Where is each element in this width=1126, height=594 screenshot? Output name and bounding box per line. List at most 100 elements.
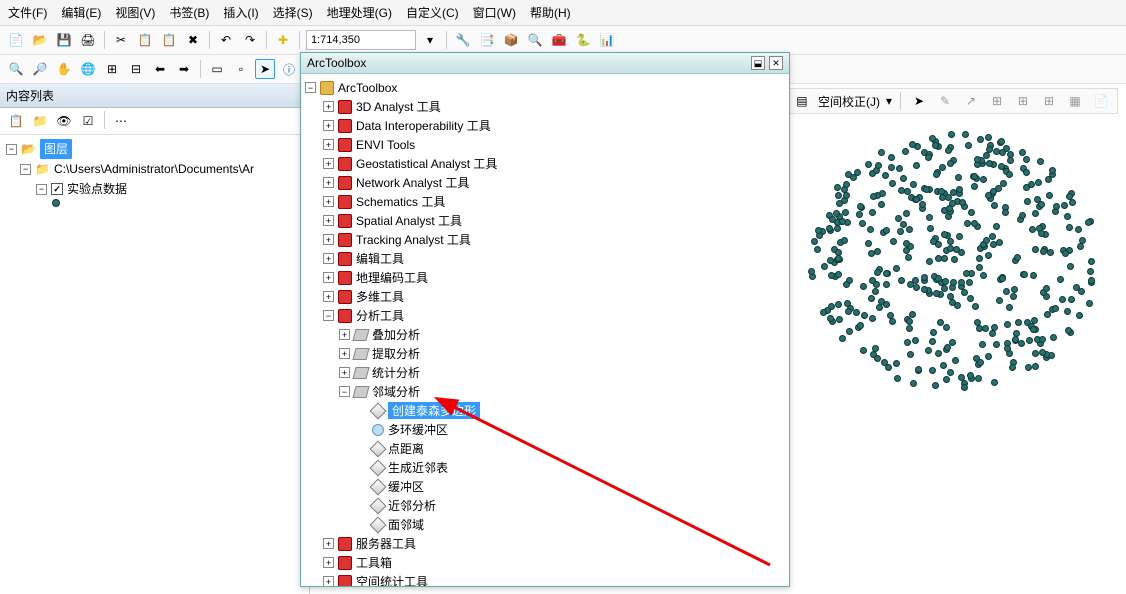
expand-icon[interactable]: + [323,158,334,169]
edit-tool-icon[interactable]: ✎ [935,91,955,111]
pan-icon[interactable]: ✋ [54,59,74,79]
tree-node[interactable]: −分析工具 [305,306,785,325]
collapse-icon[interactable]: − [305,82,316,93]
new-icon[interactable]: 📄 [6,30,26,50]
toc-root-label[interactable]: 图层 [40,139,72,159]
dropdown-icon[interactable]: ▾ [886,94,892,108]
tree-node[interactable]: 近邻分析 [305,496,785,515]
tree-node[interactable]: +多维工具 [305,287,785,306]
pin-icon[interactable]: ⬓ [751,56,765,70]
expand-icon[interactable]: + [323,101,334,112]
print-icon[interactable]: 🖨 [78,30,98,50]
model-builder-icon[interactable]: 📊 [597,30,617,50]
list-by-drawing-icon[interactable]: 📋 [6,111,26,131]
expand-icon[interactable]: + [323,291,334,302]
arctoolbox-tree[interactable]: −ArcToolbox+3D Analyst 工具+Data Interoper… [301,74,789,586]
scale-input[interactable] [306,30,416,50]
identify-icon[interactable]: ⓘ [279,59,299,79]
dropdown-icon[interactable]: ▾ [420,30,440,50]
expand-icon[interactable]: + [339,348,350,359]
layer-dropdown-icon[interactable]: ▤ [792,91,812,111]
grid3-icon[interactable]: ⊞ [1039,91,1059,111]
tree-node[interactable]: +地理编码工具 [305,268,785,287]
full-extent-icon[interactable]: 🌐 [78,59,98,79]
tree-node[interactable]: +Data Interoperability 工具 [305,116,785,135]
expand-icon[interactable]: + [339,329,350,340]
clear-selection-icon[interactable]: ▫ [231,59,251,79]
menu-geoprocessing[interactable]: 地理处理(G) [327,4,392,21]
tree-node[interactable]: +叠加分析 [305,325,785,344]
tree-node[interactable]: +提取分析 [305,344,785,363]
tree-node[interactable]: +Network Analyst 工具 [305,173,785,192]
map-view[interactable] [800,114,1122,590]
link-tool-icon[interactable]: ↗ [961,91,981,111]
expand-icon[interactable]: + [323,557,334,568]
editor-toolbar-icon[interactable]: 🔧 [453,30,473,50]
cut-icon[interactable]: ✂ [111,30,131,50]
toc-icon[interactable]: 📑 [477,30,497,50]
toc-folder-row[interactable]: − 📁 C:\Users\Administrator\Documents\Ar [2,159,307,179]
add-data-icon[interactable]: ✚ [273,30,293,50]
arctoolbox-titlebar[interactable]: ArcToolbox ⬓ ✕ [301,53,789,74]
zoom-out-icon[interactable]: 🔎 [30,59,50,79]
toc-layer-label[interactable]: 实验点数据 [67,179,127,199]
tree-node[interactable]: +Spatial Analyst 工具 [305,211,785,230]
tree-node[interactable]: +空间统计工具 [305,572,785,586]
tree-node[interactable]: 生成近邻表 [305,458,785,477]
menu-window[interactable]: 窗口(W) [473,4,516,21]
undo-icon[interactable]: ↶ [216,30,236,50]
menu-customize[interactable]: 自定义(C) [406,4,459,21]
point-symbol-icon[interactable] [52,199,60,207]
catalog-icon[interactable]: 📦 [501,30,521,50]
tree-node[interactable]: 面邻域 [305,515,785,534]
table-icon[interactable]: ▦ [1065,91,1085,111]
tree-node[interactable]: +Schematics 工具 [305,192,785,211]
expand-icon[interactable]: + [323,196,334,207]
toolbox-icon[interactable]: 🧰 [549,30,569,50]
tree-node[interactable]: +编辑工具 [305,249,785,268]
toc-options-icon[interactable]: ⋯ [111,111,131,131]
expand-icon[interactable]: + [323,576,334,586]
tree-node[interactable]: 点距离 [305,439,785,458]
tree-node[interactable]: −ArcToolbox [305,78,785,97]
menu-edit[interactable]: 编辑(E) [61,4,101,21]
expand-icon[interactable]: + [323,253,334,264]
collapse-icon[interactable]: − [323,310,334,321]
tree-node[interactable]: +服务器工具 [305,534,785,553]
expand-icon[interactable]: + [323,120,334,131]
layer-visibility-checkbox[interactable] [51,183,63,195]
list-by-selection-icon[interactable]: ☑ [78,111,98,131]
grid2-icon[interactable]: ⊞ [1013,91,1033,111]
tree-node[interactable]: 多环缓冲区 [305,420,785,439]
tree-node[interactable]: +ENVI Tools [305,135,785,154]
zoom-in-icon[interactable]: 🔍 [6,59,26,79]
fixed-zoom-out-icon[interactable]: ⊟ [126,59,146,79]
menu-bookmark[interactable]: 书签(B) [169,4,209,21]
select-elements-icon[interactable]: ➤ [255,59,275,79]
tree-node[interactable]: +Geostatistical Analyst 工具 [305,154,785,173]
search-icon[interactable]: 🔍 [525,30,545,50]
toc-root-row[interactable]: − 📂 图层 [2,139,307,159]
select-arrow-icon[interactable]: ➤ [909,91,929,111]
tree-node[interactable]: +统计分析 [305,363,785,382]
back-icon[interactable]: ⬅ [150,59,170,79]
tree-node[interactable]: −邻域分析 [305,382,785,401]
menu-select[interactable]: 选择(S) [273,4,313,21]
toc-symbol-row[interactable] [2,199,307,207]
open-icon[interactable]: 📂 [30,30,50,50]
arctoolbox-window[interactable]: ArcToolbox ⬓ ✕ −ArcToolbox+3D Analyst 工具… [300,52,790,587]
forward-icon[interactable]: ➡ [174,59,194,79]
menu-view[interactable]: 视图(V) [115,4,155,21]
expand-icon[interactable]: + [323,234,334,245]
paste-icon[interactable]: 📋 [159,30,179,50]
expand-icon[interactable]: + [323,538,334,549]
list-by-visibility-icon[interactable]: 👁 [54,111,74,131]
close-icon[interactable]: ✕ [769,56,783,70]
tree-node[interactable]: +Tracking Analyst 工具 [305,230,785,249]
menu-help[interactable]: 帮助(H) [530,4,571,21]
tree-node[interactable]: 缓冲区 [305,477,785,496]
expand-icon[interactable]: + [323,215,334,226]
expand-icon[interactable]: + [339,367,350,378]
grid-icon[interactable]: ⊞ [987,91,1007,111]
copy-icon[interactable]: 📋 [135,30,155,50]
